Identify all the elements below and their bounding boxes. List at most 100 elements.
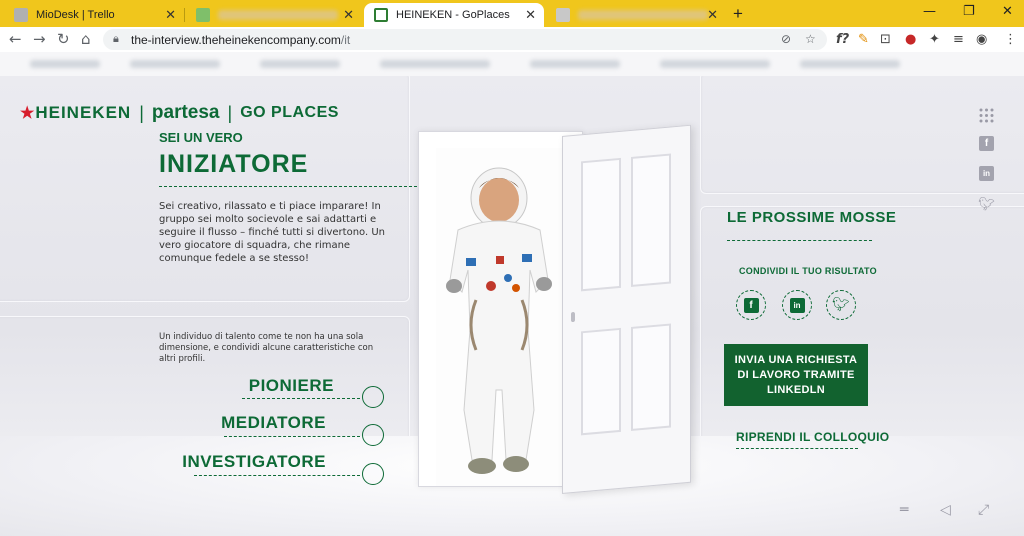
bookmark-item[interactable] <box>130 60 220 68</box>
linkedin-icon: in <box>789 297 805 313</box>
tracking-hidden-icon[interactable]: ⊘ <box>781 32 791 46</box>
bookmark-item[interactable] <box>530 60 620 68</box>
profile-label: MEDIATORE <box>221 413 326 432</box>
profile-link-pioniere[interactable]: PIONIERE <box>190 376 384 408</box>
profile-circle-icon <box>362 386 384 408</box>
result-title: INIZIATORE <box>159 150 309 178</box>
door-panel <box>631 153 671 287</box>
url-path: /it <box>340 33 351 47</box>
close-tab-icon[interactable]: ✕ <box>165 7 176 23</box>
door-panel <box>581 327 621 436</box>
extension-record-icon[interactable]: ● <box>905 32 916 47</box>
go-places-wordmark: GO PLACES <box>240 104 339 121</box>
next-steps-underline <box>727 240 872 241</box>
logo-separator: | <box>227 102 233 123</box>
profile-link-investigatore[interactable]: INVESTIGATORE <box>182 452 384 485</box>
home-icon[interactable]: ⌂ <box>81 30 91 48</box>
heineken-favicon-icon <box>374 8 388 22</box>
address-bar[interactable]: 🔒︎ the-interview.theheinekencompany.com/… <box>103 29 827 50</box>
resume-underline <box>736 448 858 449</box>
page-content: ★ HEINEKEN | partesa | GO PLACES SEI UN … <box>0 76 1024 536</box>
blurred-favicon-icon <box>196 8 210 22</box>
menu-grid-icon[interactable] <box>979 108 994 123</box>
blurred-tab-title <box>578 10 708 20</box>
profile-label: PIONIERE <box>248 376 334 395</box>
trello-favicon-icon <box>14 8 28 22</box>
title-connector-line <box>159 186 422 187</box>
minimize-button[interactable]: — <box>923 4 936 19</box>
door-leaf <box>562 124 691 494</box>
tab-divider <box>184 8 185 22</box>
bookmark-item[interactable] <box>260 60 340 68</box>
bookmark-star-icon[interactable]: ☆ <box>805 32 816 46</box>
astronaut-illustration <box>446 167 552 474</box>
extension-pocket-icon[interactable]: ⊡ <box>880 32 891 47</box>
bookmark-item[interactable] <box>380 60 490 68</box>
profile-link-mediatore[interactable]: MEDIATORE <box>190 413 384 446</box>
blurred-tab-title <box>218 10 338 20</box>
partesa-wordmark: partesa <box>151 102 220 123</box>
result-subtitle: SEI UN VERO <box>159 130 243 145</box>
resume-interview-link[interactable]: RIPRENDI IL COLLOQUIO <box>736 430 889 444</box>
sound-icon[interactable]: ◁ <box>940 502 951 518</box>
tab-trello[interactable]: MioDesk | Trello ✕ <box>4 3 184 27</box>
door-handle-icon <box>571 311 575 323</box>
back-icon[interactable]: ← <box>9 30 22 48</box>
url-text[interactable]: the-interview.theheinekencompany.com/it <box>131 33 350 47</box>
tab-blurred-1[interactable]: ✕ <box>186 3 362 27</box>
extension-pen-icon[interactable]: ✎ <box>858 32 869 47</box>
extension-formula-icon[interactable]: f? <box>836 32 849 47</box>
door-panel <box>631 323 671 431</box>
brand-logo[interactable]: ★ HEINEKEN | partesa | GO PLACES <box>20 102 339 124</box>
reload-icon[interactable]: ↻ <box>57 30 70 48</box>
close-tab-icon[interactable]: ✕ <box>343 7 354 23</box>
fullscreen-icon[interactable]: ⤢ <box>978 502 989 518</box>
close-window-button[interactable]: ✕ <box>1002 4 1013 19</box>
linkedin-apply-button[interactable]: INVIA UNA RICHIESTA DI LAVORO TRAMITE LI… <box>724 344 868 406</box>
share-twitter-button[interactable]: 🐦︎ <box>826 290 856 320</box>
share-facebook-button[interactable]: f <box>736 290 766 320</box>
side-facebook-icon[interactable]: f <box>979 136 994 151</box>
tab-title: MioDesk | Trello <box>36 9 115 21</box>
restore-button[interactable]: ❐ <box>963 4 975 19</box>
extensions-puzzle-icon[interactable]: ✦ <box>929 32 940 47</box>
url-host: the-interview.theheinekencompany.com <box>131 33 341 47</box>
side-twitter-icon[interactable]: 🐦︎ <box>978 197 995 212</box>
result-description: Sei creativo, rilassato e ti piace impar… <box>159 201 385 264</box>
next-steps-heading: LE PROSSIME MOSSE <box>727 209 897 226</box>
browser-menu-icon[interactable]: ⋮ <box>1004 32 1017 47</box>
bookmark-item[interactable] <box>800 60 900 68</box>
secondary-description: Un individuo di talento come te non ha u… <box>159 332 374 364</box>
profile-connector-line <box>224 436 360 437</box>
profile-avatar-icon[interactable]: ◉ <box>976 32 987 47</box>
profile-circle-icon <box>362 424 384 446</box>
bookmark-item[interactable] <box>30 60 100 68</box>
twitter-icon: 🐦︎ <box>832 297 850 313</box>
bookmark-item[interactable] <box>660 60 770 68</box>
new-tab-button[interactable]: + <box>733 4 743 24</box>
share-linkedin-button[interactable]: in <box>782 290 812 320</box>
profile-connector-line <box>242 398 360 399</box>
hamburger-menu-icon[interactable]: ═ <box>900 502 908 518</box>
close-tab-icon[interactable]: ✕ <box>525 7 536 23</box>
close-tab-icon[interactable]: ✕ <box>707 7 718 23</box>
wall-panel <box>700 76 1024 194</box>
lock-icon: 🔒︎ <box>113 32 119 45</box>
forward-icon[interactable]: → <box>33 30 46 48</box>
heineken-wordmark: HEINEKEN <box>35 103 132 122</box>
profile-circle-icon <box>362 463 384 485</box>
logo-separator: | <box>139 102 144 123</box>
tab-blurred-2[interactable]: ✕ <box>546 3 726 27</box>
profile-connector-line <box>194 475 360 476</box>
tab-title: HEINEKEN - GoPlaces <box>396 9 510 21</box>
share-result-label: CONDIVIDI IL TUO RISULTATO <box>739 266 877 276</box>
heineken-star-icon: ★ <box>20 105 35 122</box>
side-linkedin-icon[interactable]: in <box>979 166 994 181</box>
reading-list-icon[interactable]: ≡ <box>953 32 964 47</box>
tab-strip: MioDesk | Trello ✕ ✕ HEINEKEN - GoPlaces… <box>0 0 1024 27</box>
wall-panel <box>700 206 1024 456</box>
blurred-favicon-icon <box>556 8 570 22</box>
facebook-icon: f <box>743 297 759 313</box>
door-panel <box>581 157 621 292</box>
tab-heineken[interactable]: HEINEKEN - GoPlaces ✕ <box>364 3 544 27</box>
